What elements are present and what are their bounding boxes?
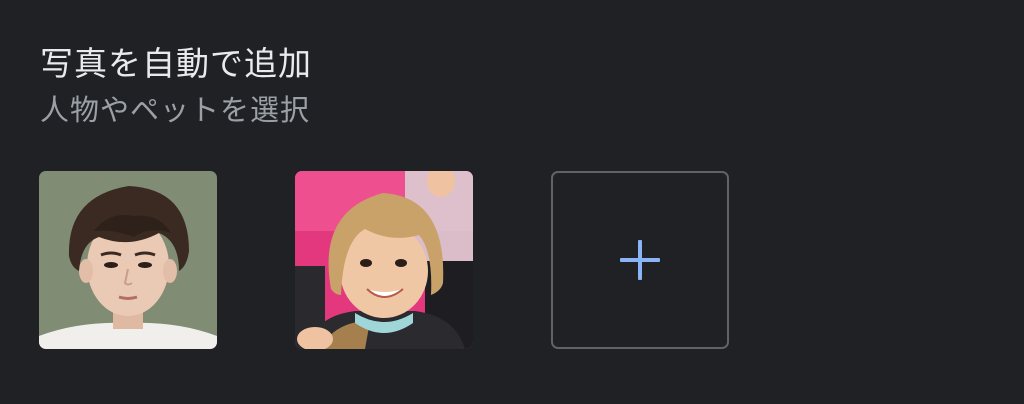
- face-thumbnail-2[interactable]: [295, 171, 473, 349]
- plus-icon: [620, 240, 660, 280]
- face-photo-1: [39, 171, 217, 349]
- face-thumbnail-1[interactable]: [39, 171, 217, 349]
- add-person-button[interactable]: [551, 171, 729, 349]
- section-title: 写真を自動で追加: [40, 44, 312, 83]
- section-subtitle: 人物やペットを選択: [40, 93, 311, 127]
- face-photo-2: [295, 171, 473, 349]
- auto-add-photos-panel: 写真を自動で追加 人物やペットを選択: [0, 0, 1024, 404]
